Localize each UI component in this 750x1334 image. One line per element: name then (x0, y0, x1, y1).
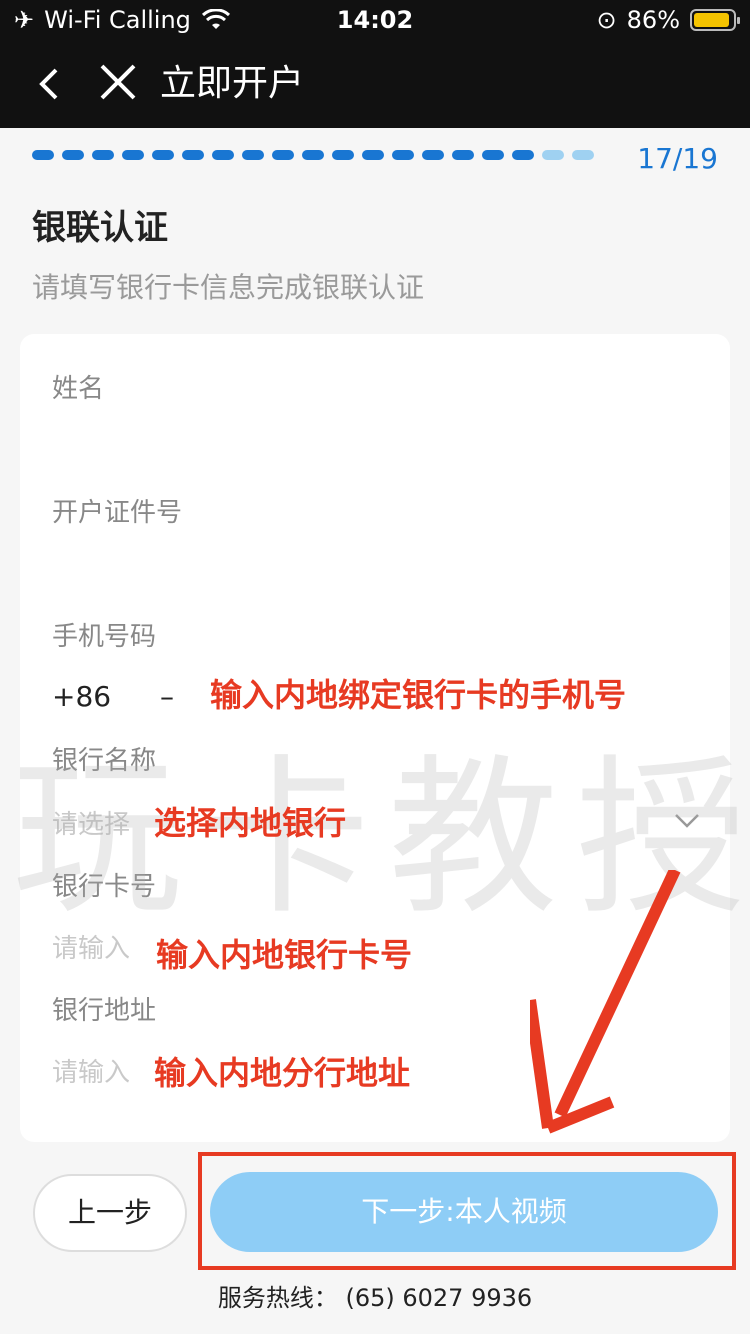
progress-segment (392, 150, 414, 160)
progress-segment (242, 150, 264, 160)
progress-bar (32, 150, 632, 164)
name-label: 姓名 (52, 374, 105, 404)
status-bar: ✈ Wi-Fi Calling 14:02 ⊙ 86% (0, 0, 750, 44)
progress-segment (62, 150, 84, 160)
arrow-annotation-icon (530, 870, 681, 1134)
progress-segment (152, 150, 174, 160)
next-step-button[interactable]: 下一步:本人视频 (210, 1172, 718, 1252)
bank-address-input[interactable]: 请输入 (52, 1052, 130, 1089)
progress-segment (182, 150, 204, 160)
annotation-card: 输入内地银行卡号 (156, 936, 413, 974)
progress-segment (302, 150, 324, 160)
annotation-phone: 输入内地绑定银行卡的手机号 (210, 676, 627, 714)
progress-segment (92, 150, 114, 160)
progress-segment (362, 150, 384, 160)
progress-segment (452, 150, 474, 160)
close-icon[interactable] (98, 60, 142, 104)
previous-step-button[interactable]: 上一步 (33, 1174, 187, 1252)
progress-segment (422, 150, 444, 160)
progress-count: 17/19 (637, 142, 718, 175)
progress-segment (272, 150, 294, 160)
section-title: 银联认证 (32, 208, 168, 248)
progress-segment-pending (542, 150, 564, 160)
id-label: 开户证件号 (52, 498, 183, 528)
id-field[interactable] (52, 544, 352, 578)
status-right: ⊙ 86% (596, 6, 740, 34)
battery-icon (690, 9, 740, 31)
rotation-lock-icon: ⊙ (596, 6, 617, 34)
annotation-bank: 选择内地银行 (154, 804, 347, 842)
battery-percent: 86% (626, 6, 680, 34)
progress-segment-pending (572, 150, 594, 160)
progress-segment (482, 150, 504, 160)
phone-label: 手机号码 (52, 622, 157, 652)
progress-segment (32, 150, 54, 160)
name-field[interactable] (52, 420, 152, 454)
section-subtitle: 请填写银行卡信息完成银联认证 (32, 271, 425, 304)
page-title: 立即开户 (160, 63, 305, 104)
back-icon[interactable] (34, 62, 78, 106)
progress-segment (212, 150, 234, 160)
progress-segment (332, 150, 354, 160)
annotation-address: 输入内地分行地址 (154, 1054, 411, 1092)
service-hotline[interactable]: 服务热线： (65) 6027 9936 (0, 1278, 750, 1313)
bank-address-label: 银行地址 (52, 996, 157, 1026)
progress-segment (122, 150, 144, 160)
progress-segment (512, 150, 534, 160)
navigation-bar: 立即开户 (0, 44, 750, 128)
